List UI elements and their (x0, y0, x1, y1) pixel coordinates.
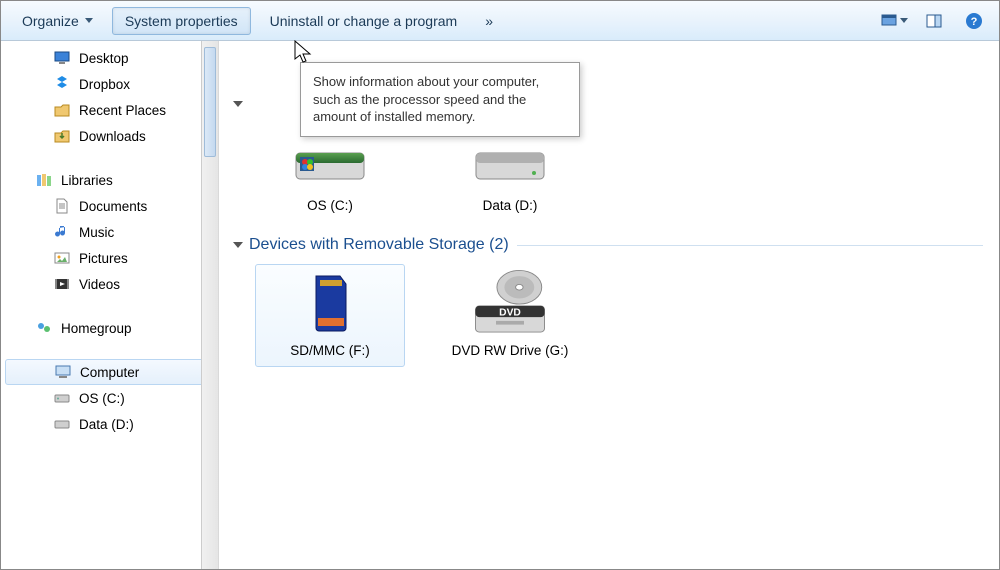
drive-label: DVD RW Drive (G:) (452, 343, 569, 358)
section-divider (517, 245, 983, 246)
uninstall-button[interactable]: Uninstall or change a program (257, 7, 471, 35)
hard-drive-icon (468, 128, 552, 192)
preview-pane-button[interactable] (917, 7, 951, 35)
sidebar-item-label: Desktop (79, 51, 129, 66)
sidebar-item-label: Data (D:) (79, 417, 134, 432)
libraries-icon (35, 171, 53, 189)
removable-drives-row: SD/MMC (F:) DVD DVD (255, 264, 983, 367)
sidebar-item-label: Downloads (79, 129, 146, 144)
sidebar-item-label: OS (C:) (79, 391, 125, 406)
sidebar-item-libraries[interactable]: Libraries (1, 167, 218, 193)
sidebar-item-recent-places[interactable]: Recent Places (1, 97, 218, 123)
pictures-icon (53, 249, 71, 267)
chevron-down-icon (900, 18, 908, 23)
sidebar-item-desktop[interactable]: Desktop (1, 45, 218, 71)
sidebar-item-drive-c[interactable]: OS (C:) (1, 385, 218, 411)
dropbox-icon (53, 75, 71, 93)
toolbar-overflow-button[interactable]: » (476, 7, 502, 35)
sidebar-item-pictures[interactable]: Pictures (1, 245, 218, 271)
system-properties-button[interactable]: System properties (112, 7, 251, 35)
videos-icon (53, 275, 71, 293)
help-icon: ? (965, 12, 983, 30)
help-button[interactable]: ? (957, 7, 991, 35)
sidebar-item-drive-d[interactable]: Data (D:) (1, 411, 218, 437)
drive-label: OS (C:) (307, 198, 353, 213)
dvd-drive-icon: DVD (468, 273, 552, 337)
sidebar-item-label: Dropbox (79, 77, 130, 92)
desktop-icon (53, 49, 71, 67)
recent-icon (53, 101, 71, 119)
sidebar-item-label: Videos (79, 277, 120, 292)
music-icon (53, 223, 71, 241)
sidebar: Desktop Dropbox Recent Places Downloads (1, 41, 219, 569)
system-properties-label: System properties (125, 13, 238, 29)
sd-card-icon (288, 273, 372, 337)
downloads-icon (53, 127, 71, 145)
sidebar-item-documents[interactable]: Documents (1, 193, 218, 219)
sidebar-item-homegroup[interactable]: Homegroup (1, 315, 218, 341)
documents-icon (53, 197, 71, 215)
toolbar: Organize System properties Uninstall or … (1, 1, 999, 41)
sidebar-item-dropbox[interactable]: Dropbox (1, 71, 218, 97)
scrollbar-thumb[interactable] (204, 47, 216, 157)
hard-drive-icon (288, 128, 372, 192)
svg-text:?: ? (971, 16, 978, 28)
computer-icon (54, 363, 72, 381)
view-button[interactable] (877, 7, 911, 35)
organize-button[interactable]: Organize (9, 7, 106, 35)
view-icon (880, 12, 898, 30)
sidebar-item-label: Computer (80, 365, 139, 380)
homegroup-icon (35, 319, 53, 337)
sidebar-item-computer[interactable]: Computer (5, 359, 214, 385)
sidebar-item-music[interactable]: Music (1, 219, 218, 245)
sidebar-item-label: Libraries (61, 173, 113, 188)
drive-label: SD/MMC (F:) (290, 343, 369, 358)
sidebar-scrollbar[interactable] (201, 41, 218, 569)
tooltip-text: Show information about your computer, su… (313, 74, 539, 124)
drive-label: Data (D:) (483, 198, 538, 213)
chevron-down-icon (85, 18, 93, 23)
drive-sd-mmc-f[interactable]: SD/MMC (F:) (255, 264, 405, 367)
collapse-triangle-icon (233, 101, 243, 107)
removable-section-header[interactable]: Devices with Removable Storage (2) (235, 236, 983, 254)
drive-dvd-rw-g[interactable]: DVD DVD RW Drive (G:) (435, 264, 585, 367)
drive-c-icon (53, 389, 71, 407)
sidebar-item-label: Music (79, 225, 114, 240)
organize-label: Organize (22, 13, 79, 29)
overflow-label: » (485, 13, 493, 29)
sidebar-item-label: Homegroup (61, 321, 132, 336)
preview-pane-icon (925, 12, 943, 30)
tooltip: Show information about your computer, su… (300, 62, 580, 137)
svg-text:DVD: DVD (499, 307, 521, 318)
sidebar-item-downloads[interactable]: Downloads (1, 123, 218, 149)
removable-section-label: Devices with Removable Storage (2) (249, 236, 509, 254)
sidebar-item-label: Documents (79, 199, 147, 214)
sidebar-item-label: Pictures (79, 251, 128, 266)
collapse-triangle-icon (233, 242, 243, 248)
sidebar-item-label: Recent Places (79, 103, 166, 118)
uninstall-label: Uninstall or change a program (270, 13, 458, 29)
drive-d-icon (53, 415, 71, 433)
sidebar-item-videos[interactable]: Videos (1, 271, 218, 297)
